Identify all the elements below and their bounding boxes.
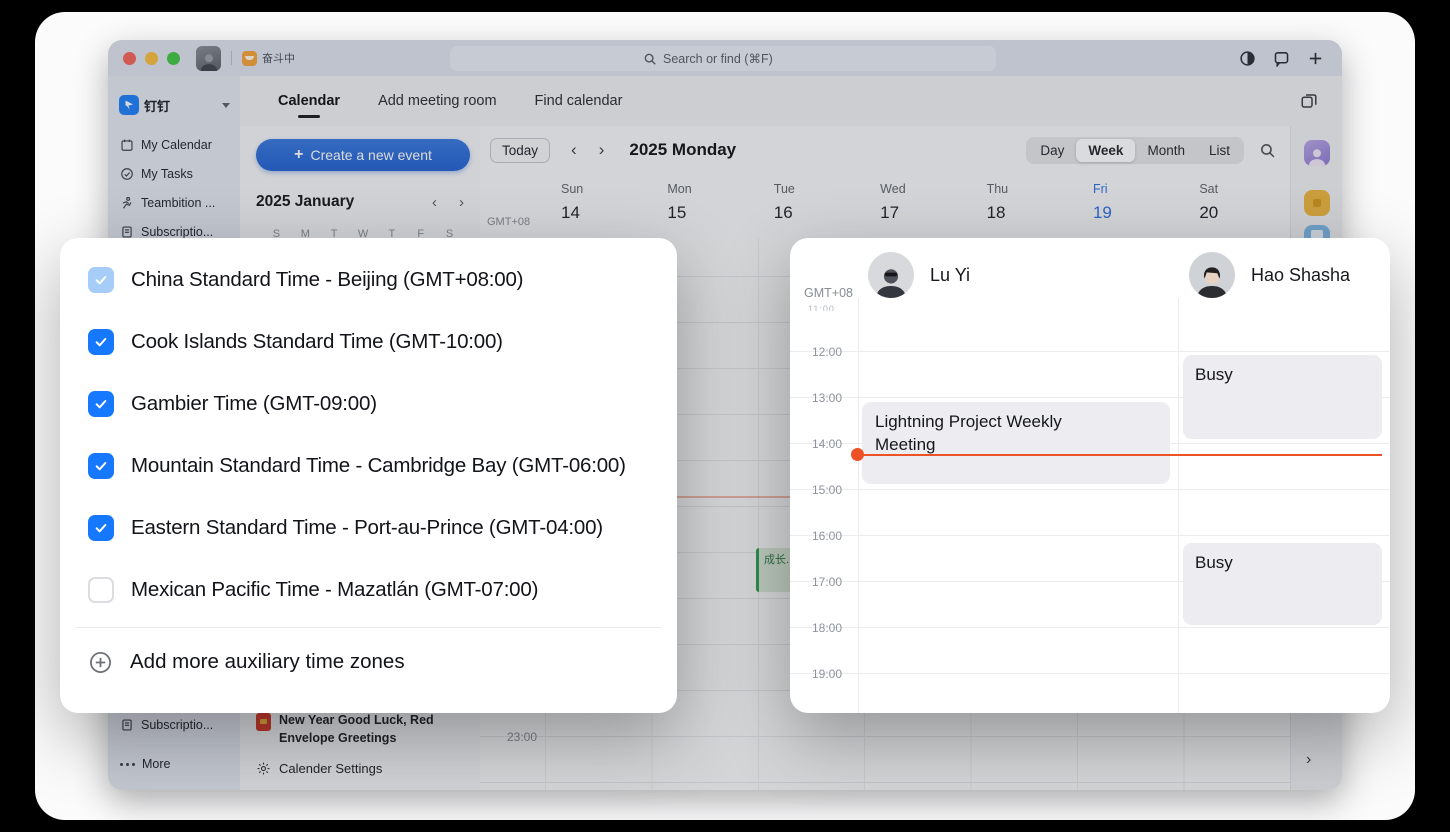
attendee-name: Hao Shasha	[1251, 264, 1351, 285]
timezone-option-mexican-pacific[interactable]: Mexican Pacific Time - Mazatlán (GMT-07:…	[60, 559, 677, 621]
hour-label: 13:00	[811, 391, 842, 405]
popup-divider	[76, 627, 661, 628]
hour-label: 17:00	[811, 575, 842, 589]
avatar-hao-shasha	[1189, 252, 1235, 298]
current-time-line	[858, 454, 1382, 456]
busy-block-hao-1[interactable]: Busy	[1183, 355, 1382, 439]
timezone-option-cook-islands[interactable]: Cook Islands Standard Time (GMT-10:00)	[60, 311, 677, 373]
timezone-option-mountain[interactable]: Mountain Standard Time - Cambridge Bay (…	[60, 435, 677, 497]
checkbox-checked[interactable]	[88, 515, 114, 541]
popup-timezone-label: GMT+08	[804, 286, 853, 300]
availability-popup: Lu Yi Hao Shasha GMT+08 11:00 12:00 13:0…	[790, 238, 1390, 713]
checkbox-checked[interactable]	[88, 391, 114, 417]
hour-label: 16:00	[811, 529, 842, 543]
avatar-lu-yi	[868, 252, 914, 298]
checkbox-checked[interactable]	[88, 329, 114, 355]
checkbox-checked-disabled[interactable]	[88, 267, 114, 293]
meeting-block-lu-yi[interactable]: Lightning Project Weekly Meeting	[862, 402, 1170, 484]
timezone-option-china[interactable]: China Standard Time - Beijing (GMT+08:00…	[60, 249, 677, 311]
checkbox-unchecked[interactable]	[88, 577, 114, 603]
column-divider	[1178, 298, 1179, 713]
timezone-option-gambier[interactable]: Gambier Time (GMT-09:00)	[60, 373, 677, 435]
busy-block-hao-2[interactable]: Busy	[1183, 543, 1382, 625]
attendee-hao-shasha: Hao Shasha	[1189, 252, 1350, 298]
timezone-popup: China Standard Time - Beijing (GMT+08:00…	[60, 238, 677, 713]
checkbox-checked[interactable]	[88, 453, 114, 479]
hour-label: 19:00	[811, 667, 842, 681]
current-time-dot	[851, 448, 864, 461]
gutter-line	[858, 298, 859, 713]
add-more-timezones-button[interactable]: Add more auxiliary time zones	[60, 630, 677, 694]
attendee-name: Lu Yi	[930, 264, 971, 285]
hour-label: 14:00	[811, 437, 842, 451]
hour-label: 18:00	[811, 621, 842, 635]
circle-plus-icon	[90, 651, 111, 673]
attendee-lu-yi: Lu Yi	[868, 252, 970, 298]
hour-label: 12:00	[811, 345, 842, 359]
hour-label: 15:00	[811, 483, 842, 497]
timezone-option-eastern[interactable]: Eastern Standard Time - Port-au-Prince (…	[60, 497, 677, 559]
